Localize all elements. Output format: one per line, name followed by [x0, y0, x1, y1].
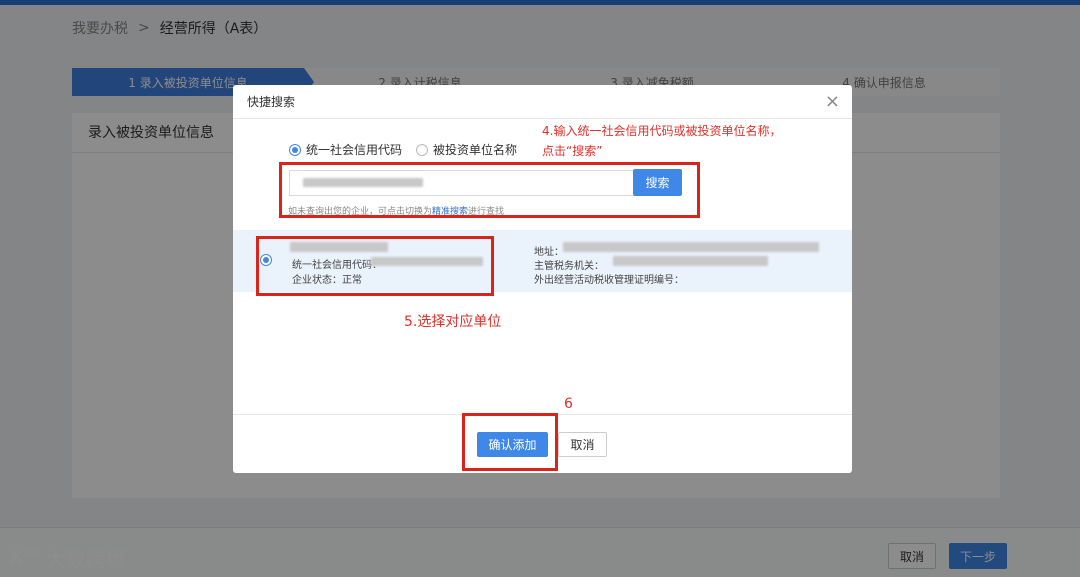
tax-authority-label: 主管税务机关：	[534, 261, 604, 272]
annotation-step4-line2: 点击“搜索”	[542, 144, 603, 158]
close-icon[interactable]: ×	[825, 85, 840, 119]
radio-credit-code-label: 统一社会信用代码	[306, 143, 403, 157]
modal-cancel-button[interactable]: 取消	[558, 432, 607, 457]
search-type-radio-group: 统一社会信用代码 被投资单位名称	[289, 141, 517, 158]
radio-company-name[interactable]: 被投资单位名称	[416, 141, 517, 158]
redacted-tax-authority	[613, 256, 768, 266]
annotation-step6: 6	[564, 396, 573, 412]
radio-company-name-label: 被投资单位名称	[433, 143, 518, 157]
annotation-box-result	[256, 236, 494, 296]
annotation-step5: 5.选择对应单位	[404, 314, 502, 330]
cert-number-label: 外出经营活动税收管理证明编号：	[534, 275, 684, 286]
redacted-address	[563, 242, 819, 252]
annotation-box-confirm	[462, 413, 558, 471]
address-label: 地址：	[534, 247, 564, 258]
radio-unchecked-icon[interactable]	[416, 143, 429, 156]
modal-header: 快捷搜索 ×	[233, 85, 852, 119]
radio-credit-code[interactable]: 统一社会信用代码	[289, 141, 402, 158]
annotation-step4: 4.输入统一社会信用代码或被投资单位名称， 点击“搜索”	[542, 121, 781, 161]
annotation-box-search	[279, 162, 700, 218]
radio-checked-icon[interactable]	[289, 143, 301, 156]
modal-title: 快捷搜索	[247, 95, 296, 109]
annotation-step4-line1: 4.输入统一社会信用代码或被投资单位名称，	[542, 124, 782, 138]
